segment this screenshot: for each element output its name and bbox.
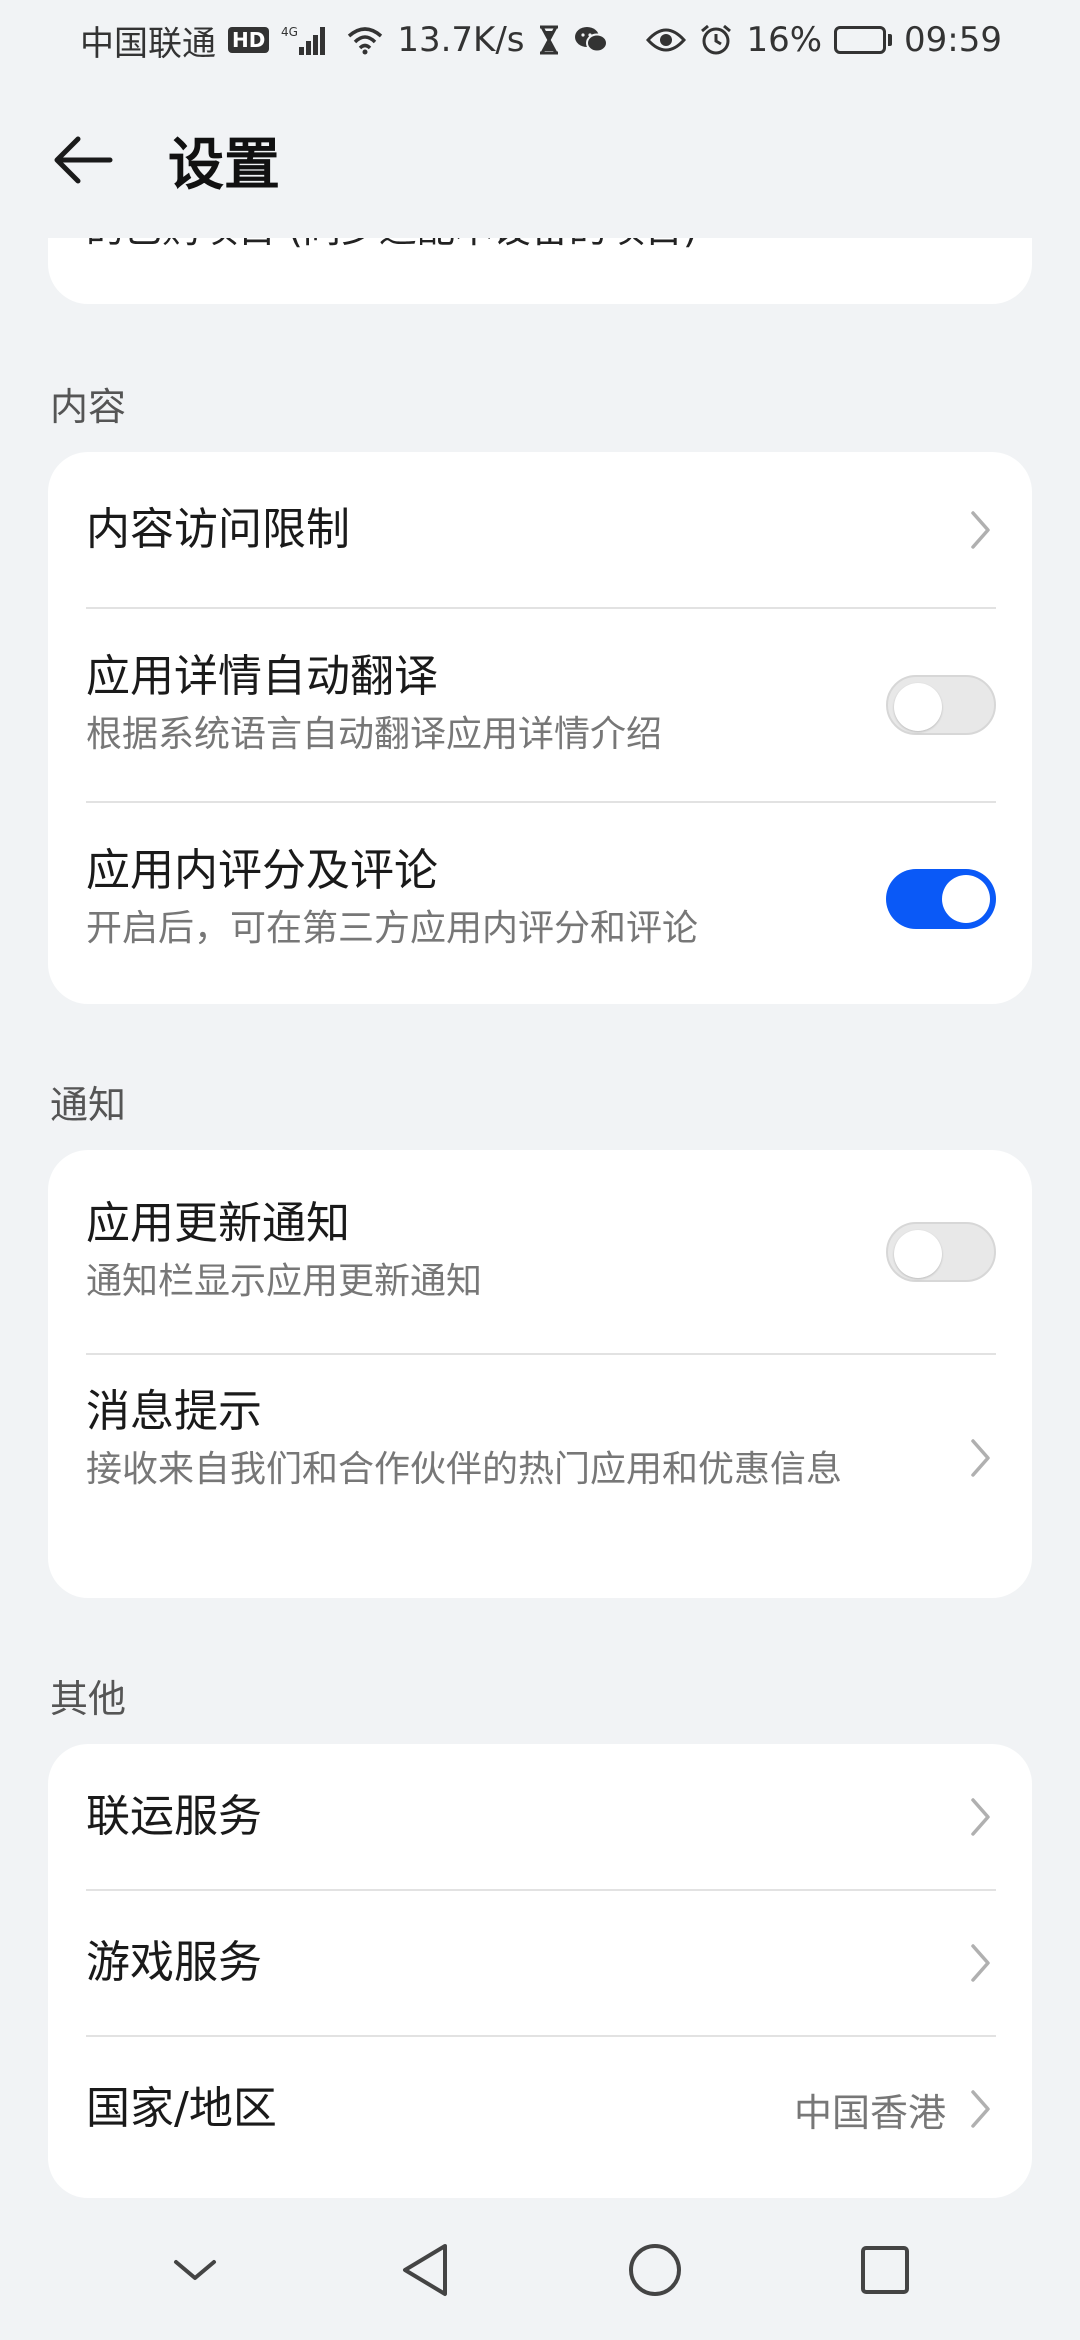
chevron-right-icon: [966, 1436, 996, 1480]
purchased-items-text: 的已购项目 (同步适配本设备的项目): [86, 238, 698, 253]
content-card: 内容访问限制 应用详情自动翻译 根据系统语言自动翻译应用详情介绍 应用内评分及评…: [48, 452, 1032, 1004]
row-subtitle: 开启后，可在第三方应用内评分和评论: [86, 908, 699, 949]
home-circle-icon: [629, 2244, 681, 2296]
eye-icon: [646, 26, 687, 54]
carrier-name: 中国联通: [80, 23, 216, 64]
signal-icon: 4G: [281, 23, 333, 57]
row-title: 国家/地区: [86, 2083, 277, 2134]
settings-list[interactable]: 的已购项目 (同步适配本设备的项目) 内容 内容访问限制 应用详情自动翻译 根据…: [0, 238, 1080, 2198]
row-title: 消息提示: [86, 1386, 262, 1437]
app-header: 设置: [0, 110, 1080, 210]
row-subtitle: 通知栏显示应用更新通知: [86, 1261, 483, 1302]
country-region-row[interactable]: 国家/地区 中国香港: [48, 2036, 1032, 2182]
row-title: 联运服务: [86, 1791, 262, 1842]
settings-screen: 中国联通 HD 4G 13.7K/s 16% 09:59 设置 内容 内容访问限…: [0, 0, 1080, 2340]
back-triangle-icon: [403, 2244, 447, 2296]
clock: 09:59: [904, 20, 1002, 60]
back-button[interactable]: [48, 125, 118, 195]
status-bar-left: 中国联通 HD 4G 13.7K/s: [80, 16, 609, 65]
joint-operation-service-row[interactable]: 联运服务: [48, 1744, 1032, 1890]
battery-percent: 16%: [746, 20, 823, 60]
section-label-notification: 通知: [50, 1083, 127, 1127]
hd-badge: HD: [228, 27, 270, 53]
chevron-right-icon: [966, 508, 996, 552]
status-bar: 中国联通 HD 4G 13.7K/s 16% 09:59: [0, 0, 1080, 80]
notification-card: 应用更新通知 通知栏显示应用更新通知 消息提示 接收来自我们和合作伙伴的热门应用…: [48, 1150, 1032, 1598]
collapse-icon: [174, 2260, 216, 2280]
back-arrow-icon: [54, 136, 113, 184]
recents-square-icon: [861, 2246, 909, 2294]
nav-recents-button[interactable]: [835, 2220, 935, 2320]
country-region-value: 中国香港: [793, 2090, 946, 2135]
battery-icon: [834, 26, 893, 54]
content-access-restriction-row[interactable]: 内容访问限制: [48, 452, 1032, 608]
section-label-other: 其他: [50, 1677, 127, 1721]
row-title: 应用内评分及评论: [86, 845, 438, 896]
nav-home-button[interactable]: [605, 2220, 705, 2320]
page-title: 设置: [168, 132, 280, 198]
row-subtitle: 根据系统语言自动翻译应用详情介绍: [86, 714, 663, 755]
wifi-icon: [345, 24, 385, 56]
section-label-content: 内容: [50, 385, 127, 429]
status-bar-right: 16% 09:59: [646, 20, 1002, 60]
network-speed: 13.7K/s: [397, 20, 525, 60]
auto-translate-toggle[interactable]: [886, 675, 996, 735]
wechat-icon: [573, 25, 609, 55]
nav-back-button[interactable]: [375, 2220, 475, 2320]
chevron-right-icon: [966, 1795, 996, 1839]
in-app-rating-toggle[interactable]: [886, 869, 996, 929]
purchased-items-card[interactable]: 的已购项目 (同步适配本设备的项目): [48, 238, 1032, 304]
hourglass-icon: [537, 25, 561, 55]
in-app-rating-row[interactable]: 应用内评分及评论 开启后，可在第三方应用内评分和评论: [48, 802, 1032, 996]
chevron-right-icon: [966, 1941, 996, 1985]
alarm-icon: [698, 23, 734, 57]
update-notification-toggle[interactable]: [886, 1222, 996, 1282]
row-title: 应用更新通知: [86, 1198, 350, 1249]
update-notification-row[interactable]: 应用更新通知 通知栏显示应用更新通知: [48, 1150, 1032, 1354]
auto-translate-row[interactable]: 应用详情自动翻译 根据系统语言自动翻译应用详情介绍: [48, 608, 1032, 802]
row-subtitle: 接收来自我们和合作伙伴的热门应用和优惠信息: [86, 1449, 843, 1490]
collapse-nav-button[interactable]: [145, 2220, 245, 2320]
chevron-right-icon: [966, 2087, 996, 2131]
svg-text:4G: 4G: [281, 25, 298, 39]
message-prompt-row[interactable]: 消息提示 接收来自我们和合作伙伴的热门应用和优惠信息: [48, 1354, 1032, 1594]
row-title: 内容访问限制: [86, 504, 350, 555]
other-card: 联运服务 游戏服务 国家/地区 中国香港: [48, 1744, 1032, 2198]
row-title: 游戏服务: [86, 1937, 262, 1988]
game-service-row[interactable]: 游戏服务: [48, 1890, 1032, 2036]
system-nav-bar: [0, 2200, 1080, 2340]
row-title: 应用详情自动翻译: [86, 651, 438, 702]
